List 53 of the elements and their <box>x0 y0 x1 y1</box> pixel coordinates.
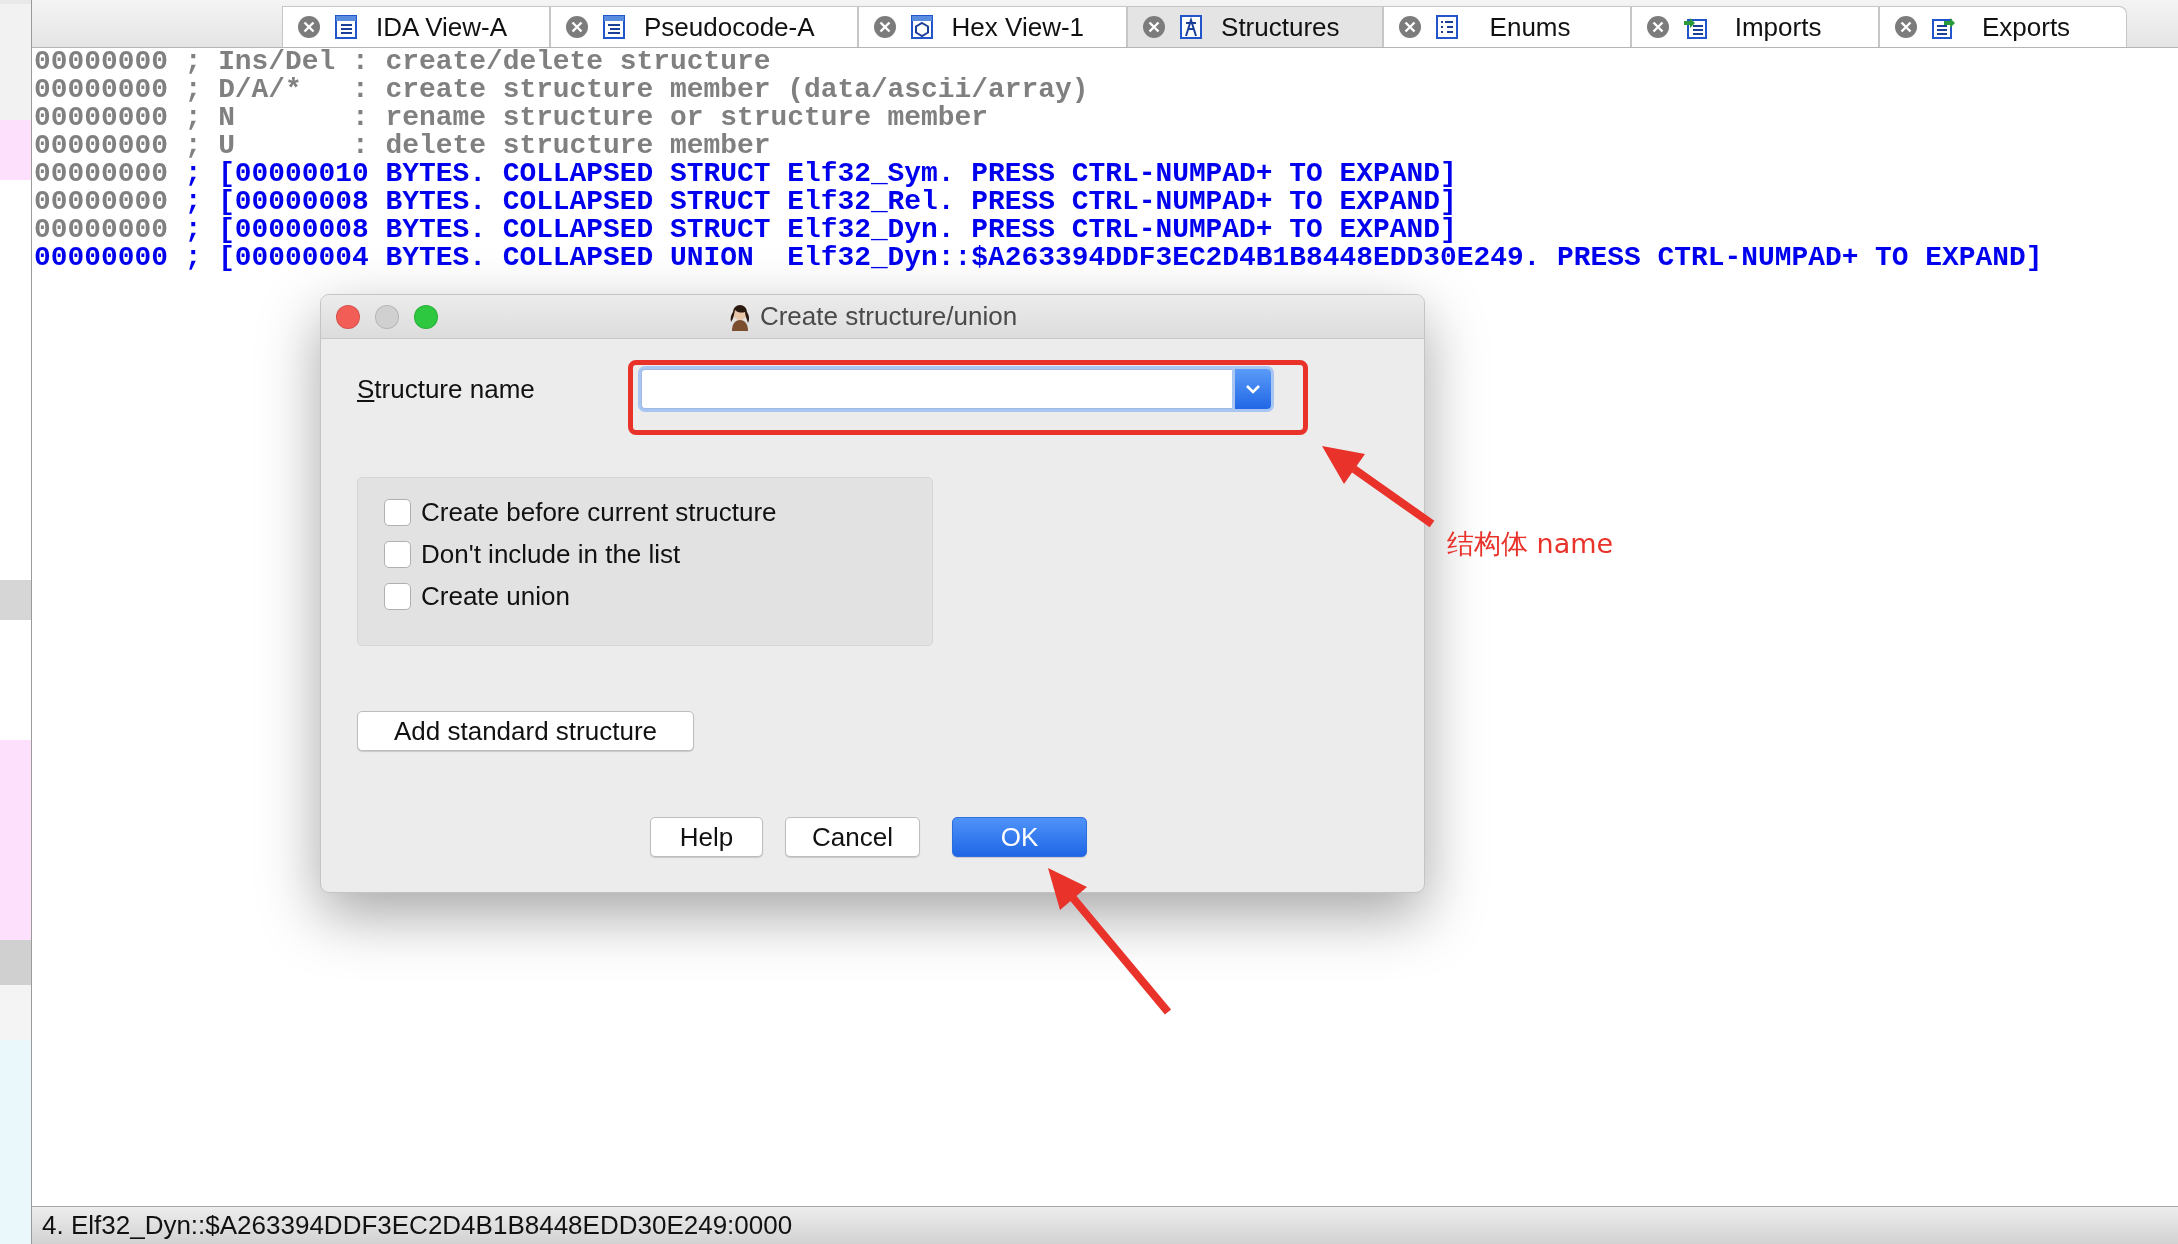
tab[interactable]: Imports <box>1630 6 1879 47</box>
checkbox-label[interactable]: Create before current structure <box>421 496 777 528</box>
line-address: 00000000 <box>34 160 168 188</box>
line-address: 00000000 <box>34 48 168 76</box>
close-icon[interactable] <box>1893 15 1918 39</box>
status-text: 4. Elf32_Dyn::$A263394DDF3EC2D4B1B8448EDD30E249:0000 <box>41 1209 793 1242</box>
collapsed-struct-line: ; [00000008 BYTES. COLLAPSED STRUCT Elf32_Dyn. PRESS CTRL-NUMPAD+ TO EXPAND] <box>184 216 1457 244</box>
dialog-button[interactable]: OK <box>952 817 1087 857</box>
comment-line: ; Ins/Del : create/delete structure <box>184 48 771 76</box>
line-address: 00000000 <box>34 188 168 216</box>
close-icon[interactable] <box>297 15 321 39</box>
tab[interactable]: IDA View-A <box>282 6 550 47</box>
window-icon <box>601 13 628 41</box>
line-address: 00000000 <box>34 244 168 272</box>
checkbox[interactable] <box>384 582 411 610</box>
line-address: 00000000 <box>34 76 168 104</box>
tab[interactable]: Pseudocode-A <box>550 6 858 47</box>
comment-line: ; U : delete structure member <box>184 132 771 160</box>
line-address: 00000000 <box>34 216 168 244</box>
line-address: 00000000 <box>34 132 168 160</box>
checkbox[interactable] <box>384 498 411 526</box>
chevron-down-icon <box>1245 384 1261 394</box>
tab[interactable]: Exports <box>1878 6 2127 47</box>
checkbox-label[interactable]: Don't include in the list <box>421 538 681 570</box>
window-icon <box>1433 13 1461 41</box>
annotation-label: 结构体 name <box>1447 527 1614 561</box>
dropdown-button[interactable] <box>1235 369 1271 409</box>
comment-line: ; D/A/* : create structure member (data/ascii/array) <box>184 76 1089 104</box>
add-standard-structure-button[interactable]: Add standard structure <box>357 711 694 751</box>
close-icon[interactable] <box>565 15 589 39</box>
line-address: 00000000 <box>34 104 168 132</box>
tab[interactable]: Enums <box>1382 6 1631 47</box>
close-icon[interactable] <box>1142 15 1167 39</box>
window-icon <box>908 13 936 41</box>
dialog-button[interactable]: Help <box>650 817 763 857</box>
tab[interactable]: Structures <box>1127 6 1383 47</box>
collapsed-struct-line: ; [00000010 BYTES. COLLAPSED STRUCT Elf32_Sym. PRESS CTRL-NUMPAD+ TO EXPAND] <box>184 160 1457 188</box>
dialog-title: Create structure/union <box>759 301 1018 332</box>
comment-line: ; N : rename structure or structure member <box>184 104 989 132</box>
collapsed-struct-line: ; [00000004 BYTES. COLLAPSED UNION Elf32_Dyn::$A263394DDF3EC2D4B1B8448EDD30E249. PRESS CTRL-NUMPAD+ TO EXPAND] <box>184 244 2043 272</box>
close-icon[interactable] <box>872 15 897 39</box>
structure-name-field[interactable] <box>641 369 1235 409</box>
close-icon[interactable] <box>1645 15 1670 39</box>
zoom-button[interactable] <box>414 304 438 329</box>
tab[interactable]: Hex View-1 <box>857 6 1128 47</box>
field-label: Structure name <box>357 373 536 405</box>
dialog-button[interactable]: Cancel <box>785 817 920 857</box>
close-button[interactable] <box>336 304 360 329</box>
checkbox[interactable] <box>384 540 411 568</box>
close-icon[interactable] <box>1397 15 1422 39</box>
checkbox-label[interactable]: Create union <box>421 580 570 612</box>
collapsed-struct-line: ; [00000008 BYTES. COLLAPSED STRUCT Elf32_Rel. PRESS CTRL-NUMPAD+ TO EXPAND] <box>184 188 1457 216</box>
window-icon <box>333 13 360 41</box>
